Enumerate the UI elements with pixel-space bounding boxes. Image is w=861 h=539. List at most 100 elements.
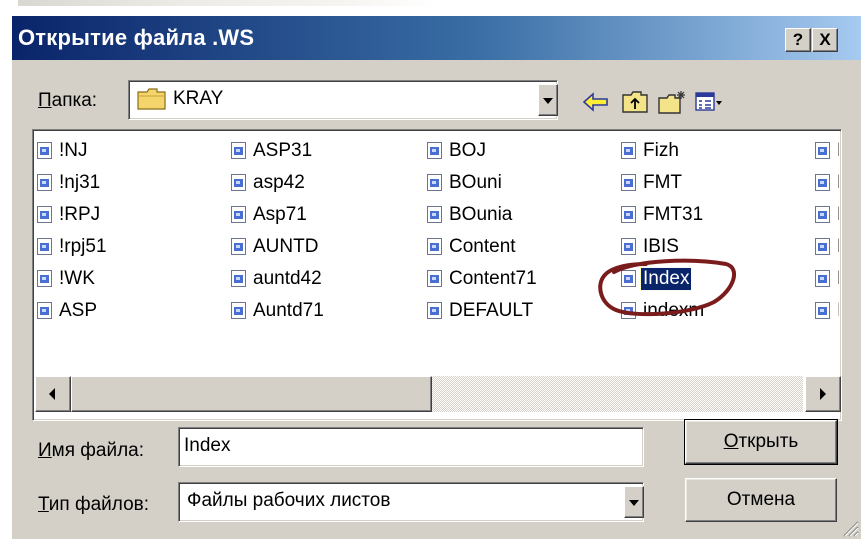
file-name: BOJ (449, 140, 486, 161)
file-item[interactable]: AUNTD (231, 234, 320, 260)
file-item[interactable]: !nj31 (37, 170, 102, 196)
worksheet-file-icon (427, 174, 443, 192)
file-name: I (835, 300, 839, 322)
filetype-value: Файлы рабочих листов (187, 490, 391, 511)
help-button[interactable]: ? (785, 28, 811, 52)
folder-dropdown-button[interactable] (538, 84, 558, 116)
file-item[interactable]: ASP (37, 298, 99, 324)
worksheet-file-icon (427, 238, 443, 256)
horizontal-scrollbar[interactable] (35, 376, 841, 412)
file-name: Asp71 (253, 204, 307, 225)
file-name: AUNTD (253, 236, 319, 257)
scrollbar-track[interactable] (71, 376, 803, 412)
worksheet-file-icon (37, 270, 53, 288)
title-bar[interactable]: Открытие файла .WS ? X (12, 16, 861, 60)
file-item[interactable]: FMT31 (621, 202, 705, 228)
worksheet-file-icon (37, 174, 53, 192)
file-item[interactable]: I (815, 298, 839, 324)
file-item[interactable]: !RPJ (37, 202, 102, 228)
file-item[interactable]: ASP31 (231, 138, 314, 164)
worksheet-file-icon (231, 302, 247, 320)
file-item[interactable]: Content (427, 234, 518, 260)
file-item[interactable]: FMT (621, 170, 684, 196)
filetype-dropdown-button[interactable] (624, 486, 644, 518)
worksheet-file-icon (815, 302, 831, 320)
filetype-label-mnemonic: Т (38, 494, 49, 515)
scrollbar-thumb[interactable] (71, 376, 432, 412)
folder-label-text: апка: (51, 90, 98, 111)
folder-icon (137, 88, 166, 110)
file-name: BOunia (449, 204, 513, 225)
new-folder-icon[interactable] (657, 89, 687, 115)
file-item[interactable]: BOJ (427, 138, 488, 164)
file-name: auntd42 (253, 268, 322, 289)
resize-grip-icon[interactable] (839, 517, 859, 537)
file-item[interactable]: !rpj51 (37, 234, 109, 260)
worksheet-file-icon (815, 238, 831, 256)
file-item[interactable]: K (815, 202, 839, 228)
file-name: ASP31 (253, 140, 313, 161)
worksheet-file-icon (427, 270, 443, 288)
file-name: asp42 (253, 172, 305, 193)
file-item[interactable]: K (815, 138, 839, 164)
worksheet-file-icon (231, 174, 247, 192)
file-item[interactable]: K (815, 170, 839, 196)
file-item[interactable]: BOunia (427, 202, 514, 228)
scroll-left-button[interactable] (35, 376, 71, 412)
filetype-combobox[interactable]: Файлы рабочих листов (178, 482, 644, 522)
folder-label: Папка: (38, 90, 97, 112)
file-item[interactable]: K (815, 234, 839, 260)
file-name: K (835, 236, 839, 258)
folder-combobox[interactable]: KRAY (128, 80, 558, 120)
file-name: K (835, 140, 839, 162)
file-name: !NJ (59, 140, 88, 161)
up-folder-icon[interactable] (620, 89, 650, 115)
window-title: Открытие файла .WS (18, 25, 255, 50)
open-button-label: ткрыть (738, 431, 799, 452)
file-name: K (835, 172, 839, 194)
scroll-right-button[interactable] (805, 376, 841, 412)
worksheet-file-icon (231, 206, 247, 224)
close-button[interactable]: X (812, 28, 838, 52)
file-item[interactable]: !WK (37, 266, 97, 292)
worksheet-file-icon (37, 206, 53, 224)
chevron-right-icon (820, 388, 826, 400)
worksheet-file-icon (37, 302, 53, 320)
file-item[interactable]: Fizh (621, 138, 681, 164)
file-item[interactable]: DEFAULT (427, 298, 535, 324)
file-name: !RPJ (59, 204, 101, 225)
worksheet-file-icon (621, 238, 637, 256)
open-button[interactable]: Открыть (684, 419, 838, 465)
back-arrow-icon[interactable] (581, 89, 611, 115)
file-name: Content (449, 236, 516, 257)
file-name: Fizh (643, 140, 679, 161)
worksheet-file-icon (815, 174, 831, 192)
file-name: BOuni (449, 172, 502, 193)
view-menu-icon[interactable] (694, 89, 724, 115)
annotation-circle (598, 258, 737, 317)
worksheet-file-icon (231, 142, 247, 160)
file-name: DEFAULT (449, 300, 534, 321)
file-item[interactable]: auntd42 (231, 266, 324, 292)
file-item[interactable]: !NJ (37, 138, 90, 164)
file-name: K (835, 204, 839, 226)
file-item[interactable]: BOuni (427, 170, 504, 196)
chevron-down-icon (629, 500, 639, 506)
chevron-down-icon (543, 98, 553, 104)
cancel-button[interactable]: Отмена (685, 478, 837, 522)
file-item[interactable]: Asp71 (231, 202, 309, 228)
file-item[interactable]: Auntd71 (231, 298, 326, 324)
filename-input[interactable]: Index (178, 427, 644, 467)
current-folder: KRAY (173, 88, 224, 109)
file-item[interactable]: Content71 (427, 266, 539, 292)
worksheet-file-icon (621, 206, 637, 224)
file-name: IBIS (643, 236, 679, 257)
worksheet-file-icon (621, 142, 637, 160)
worksheet-file-icon (427, 142, 443, 160)
filetype-label: Тип файлов: (38, 494, 149, 516)
worksheet-file-icon (231, 270, 247, 288)
file-item[interactable]: K (815, 266, 839, 292)
filename-label-mnemonic: И (38, 440, 52, 461)
file-item[interactable]: asp42 (231, 170, 307, 196)
file-name: Auntd71 (253, 300, 324, 321)
